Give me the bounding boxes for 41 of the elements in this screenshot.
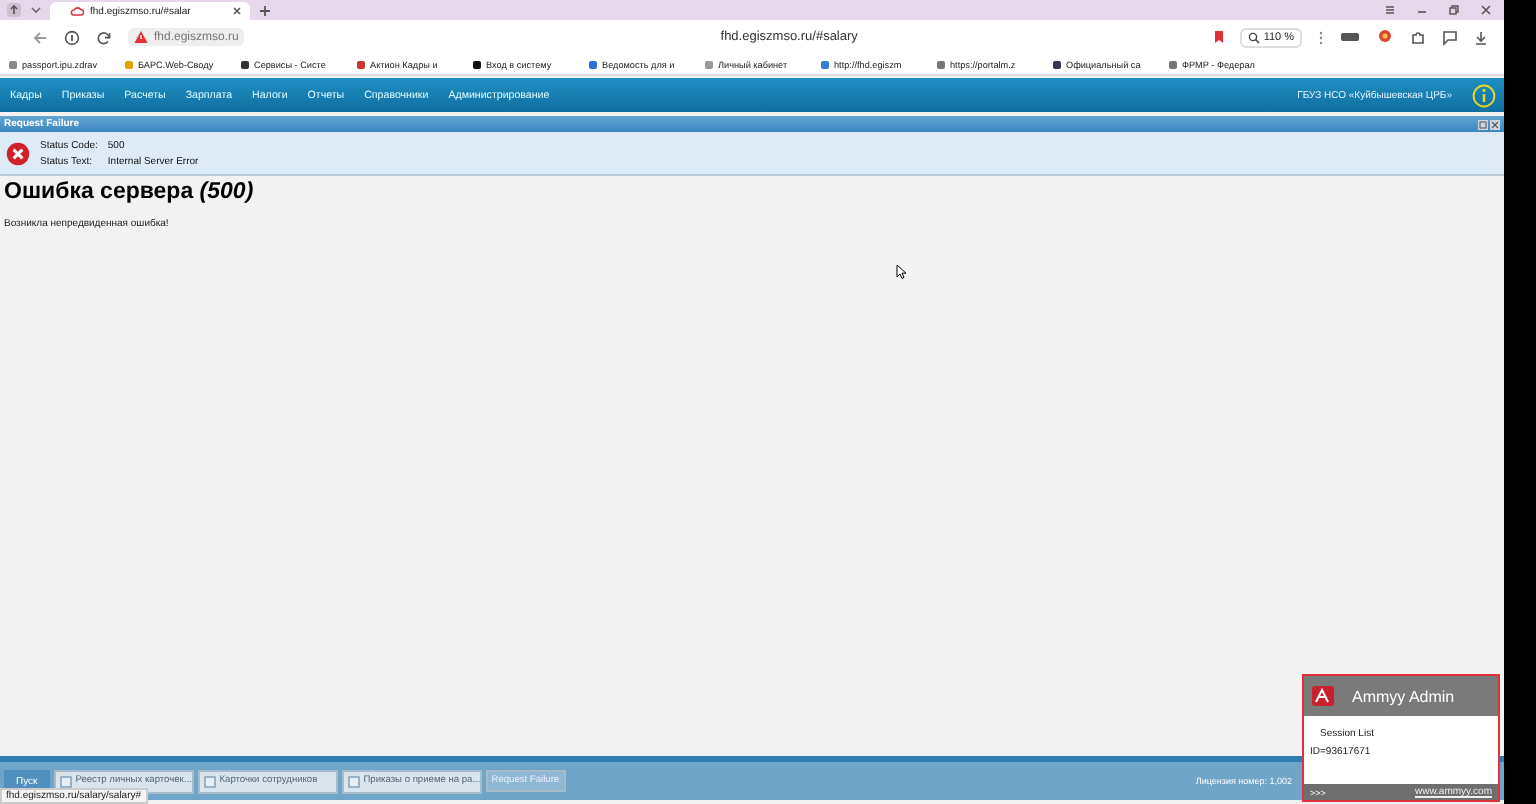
error-heading: Ошибка сервера (500)	[4, 180, 256, 204]
cloud-icon	[70, 6, 84, 16]
reload-icon[interactable]	[96, 29, 112, 45]
back-icon[interactable]	[32, 29, 48, 45]
bookmark-favicon-icon	[820, 59, 830, 69]
bookmark-favicon-icon	[588, 59, 598, 69]
bookmark-favicon-icon	[1052, 59, 1062, 69]
cursor-icon	[896, 264, 906, 280]
chat-icon[interactable]	[1442, 29, 1458, 45]
extension-icon[interactable]	[1376, 28, 1394, 46]
restore-icon[interactable]	[1448, 4, 1460, 16]
bookmark-favicon-icon	[1168, 59, 1178, 69]
error-icon	[6, 141, 30, 165]
bookmark-icon[interactable]	[1213, 30, 1224, 44]
download-icon[interactable]	[1474, 29, 1488, 45]
close-icon[interactable]	[232, 6, 242, 16]
bookmark-favicon-icon	[472, 59, 482, 69]
protect-icon[interactable]	[64, 29, 80, 45]
magnifier-icon	[1247, 31, 1260, 43]
new-tab-icon[interactable]	[258, 3, 272, 17]
card-icon[interactable]	[1340, 30, 1360, 44]
warning-icon	[134, 30, 148, 44]
bookmark-favicon-icon	[240, 59, 250, 69]
window-icon	[347, 775, 360, 787]
tab-list-icon[interactable]	[6, 2, 22, 18]
maximize-icon[interactable]	[1478, 119, 1488, 129]
close-icon[interactable]	[1480, 4, 1492, 16]
ammyy-logo-icon	[1312, 686, 1334, 706]
bookmark-favicon-icon	[704, 59, 714, 69]
window-icon	[203, 775, 216, 787]
chevron-down-icon[interactable]	[30, 4, 42, 16]
close-icon[interactable]	[1490, 119, 1500, 129]
bookmark-favicon-icon	[8, 59, 18, 69]
window-icon	[59, 775, 72, 787]
bookmark-favicon-icon	[356, 59, 366, 69]
bookmark-favicon-icon	[124, 59, 134, 69]
ammyy-title: Ammyy Admin	[1352, 687, 1455, 705]
menu-icon[interactable]	[1384, 4, 1396, 16]
info-icon[interactable]	[1472, 83, 1496, 107]
bookmark-favicon-icon	[936, 59, 946, 69]
more-icon[interactable]	[1318, 29, 1324, 45]
